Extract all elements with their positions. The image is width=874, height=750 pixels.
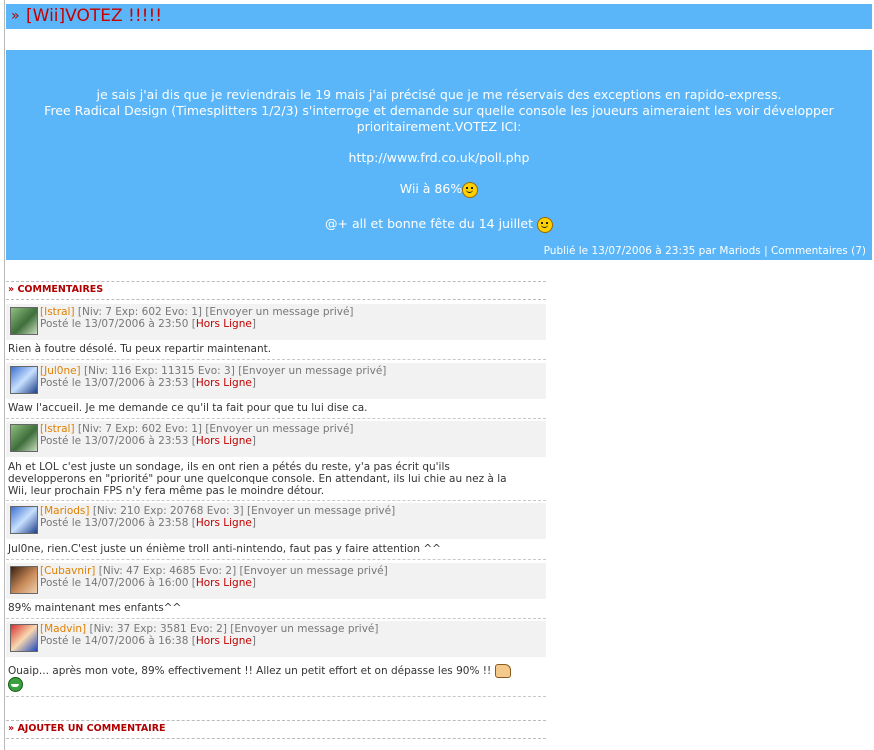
comment-text: 89% maintenant mes enfants^^	[8, 602, 182, 614]
comment-stats: [Niv: 7 Exp: 602 Evo: 1]	[77, 306, 202, 318]
offline-status: Hors Ligne	[195, 577, 252, 589]
comments-link[interactable]: Commentaires (7)	[771, 245, 866, 257]
smiley-icon	[462, 181, 479, 198]
offline-status: Hors Ligne	[195, 635, 252, 647]
add-comment-section-header: » AJOUTER UN COMMENTAIRE	[6, 720, 546, 739]
title-chevron: »	[11, 8, 20, 24]
article-body-line-2: Free Radical Design (Timesplitters 1/2/3…	[44, 103, 834, 118]
comment-username[interactable]: [Cubavnir]	[40, 565, 95, 577]
send-private-message-link[interactable]: [Envoyer un message privé]	[238, 365, 386, 377]
thumbs-up-icon	[495, 664, 512, 678]
comment-date: Posté le 13/07/2006 à 23:50	[40, 318, 189, 330]
comment-text-line: Wii, leur prochain FPS n'y fera même pas…	[8, 485, 325, 497]
comment-header: [Madvin] [Niv: 37 Exp: 3581 Evo: 2] [Env…	[6, 621, 546, 657]
comment-divider	[6, 359, 546, 360]
comment-username[interactable]: [Jul0ne]	[40, 365, 81, 377]
comment-stats: [Niv: 210 Exp: 20768 Evo: 3]	[92, 505, 244, 517]
send-private-message-link[interactable]: [Envoyer un message privé]	[230, 623, 378, 635]
avatar[interactable]	[10, 506, 38, 534]
comment-text: Jul0ne, rien.C'est juste un énième troll…	[8, 543, 441, 555]
comments-header-label: » COMMENTAIRES	[8, 284, 104, 295]
comment-date: Posté le 13/07/2006 à 23:58	[40, 517, 189, 529]
page-left-border	[4, 0, 5, 750]
comment-stats: [Niv: 37 Exp: 3581 Evo: 2]	[89, 623, 227, 635]
offline-status: Hors Ligne	[195, 435, 252, 447]
wink-icon	[536, 216, 553, 233]
comment-text-line: developperons en "priorité" pour une que…	[8, 473, 507, 485]
wii-percent-text: Wii à 86%	[399, 181, 463, 196]
avatar[interactable]	[10, 624, 38, 652]
comment-stats: [Niv: 7 Exp: 602 Evo: 1]	[77, 423, 202, 435]
published-info: Publié le 13/07/2006 à 23:35 par Mariods	[543, 245, 761, 257]
avatar[interactable]	[10, 307, 38, 335]
meta-separator: |	[764, 245, 768, 257]
comment-username[interactable]: [Mariods]	[40, 505, 89, 517]
comment-header: [Cubavnir] [Niv: 47 Exp: 4685 Evo: 2] [E…	[6, 563, 546, 599]
grin-icon	[8, 677, 23, 692]
poll-link[interactable]: http://www.frd.co.uk/poll.php	[6, 150, 872, 166]
comment-date: Posté le 13/07/2006 à 23:53	[40, 435, 189, 447]
comment-date: Posté le 13/07/2006 à 23:53	[40, 377, 189, 389]
outro-line: @+ all et bonne fête du 14 juillet	[6, 216, 872, 233]
send-private-message-link[interactable]: [Envoyer un message privé]	[205, 423, 353, 435]
comment-text: Waw l'accueil. Je me demande ce qu'il ta…	[8, 402, 368, 414]
comment-divider	[6, 618, 546, 619]
comment-divider	[6, 418, 546, 419]
offline-status: Hors Ligne	[195, 377, 252, 389]
outro-text: @+ all et bonne fête du 14 juillet	[325, 216, 533, 231]
avatar[interactable]	[10, 366, 38, 394]
comment-date: Posté le 14/07/2006 à 16:38	[40, 635, 189, 647]
comment-divider	[6, 696, 546, 697]
comment-stats: [Niv: 116 Exp: 11315 Evo: 3]	[84, 365, 235, 377]
comment-header: [Istral] [Niv: 7 Exp: 602 Evo: 1] [Envoy…	[6, 304, 546, 340]
article-title[interactable]: [Wii]VOTEZ !!!!!	[26, 6, 162, 26]
comment-header: [Istral] [Niv: 7 Exp: 602 Evo: 1] [Envoy…	[6, 421, 546, 457]
offline-status: Hors Ligne	[195, 517, 252, 529]
article-meta: Publié le 13/07/2006 à 23:35 par Mariods…	[544, 243, 866, 259]
article-body: je sais j'ai dis que je reviendrais le 1…	[6, 50, 872, 260]
comment-username[interactable]: [Istral]	[40, 306, 75, 318]
wii-percent-line: Wii à 86%	[6, 181, 872, 198]
article-body-line-1: je sais j'ai dis que je reviendrais le 1…	[96, 87, 782, 102]
comment-stats: [Niv: 47 Exp: 4685 Evo: 2]	[98, 565, 237, 577]
avatar[interactable]	[10, 566, 38, 594]
comment-divider	[6, 559, 546, 560]
article-body-line-3: prioritairement.VOTEZ ICI:	[356, 119, 522, 134]
comment-header: [Mariods] [Niv: 210 Exp: 20768 Evo: 3] […	[6, 503, 546, 539]
add-comment-header-label[interactable]: » AJOUTER UN COMMENTAIRE	[8, 723, 166, 734]
comment-text: Ouaip... après mon vote, 89% effectiveme…	[8, 664, 544, 678]
send-private-message-link[interactable]: [Envoyer un message privé]	[247, 505, 395, 517]
send-private-message-link[interactable]: [Envoyer un message privé]	[240, 565, 388, 577]
comment-date: Posté le 14/07/2006 à 16:00	[40, 577, 189, 589]
comment-text: Ah et LOL c'est juste un sondage, ils en…	[8, 461, 544, 497]
comment-text: Rien à foutre désolé. Tu peux repartir m…	[8, 343, 272, 355]
comment-text-content: Ouaip... après mon vote, 89% effectiveme…	[8, 665, 492, 677]
comments-section-header: » COMMENTAIRES	[6, 281, 546, 300]
comment-divider	[6, 500, 546, 501]
comment-text-line: Ah et LOL c'est juste un sondage, ils en…	[8, 461, 450, 473]
comment-username[interactable]: [Madvin]	[40, 623, 86, 635]
comment-header: [Jul0ne] [Niv: 116 Exp: 11315 Evo: 3] [E…	[6, 363, 546, 399]
avatar[interactable]	[10, 424, 38, 452]
article-title-bar: » [Wii]VOTEZ !!!!!	[6, 4, 872, 29]
comment-username[interactable]: [Istral]	[40, 423, 75, 435]
offline-status: Hors Ligne	[195, 318, 252, 330]
send-private-message-link[interactable]: [Envoyer un message privé]	[205, 306, 353, 318]
